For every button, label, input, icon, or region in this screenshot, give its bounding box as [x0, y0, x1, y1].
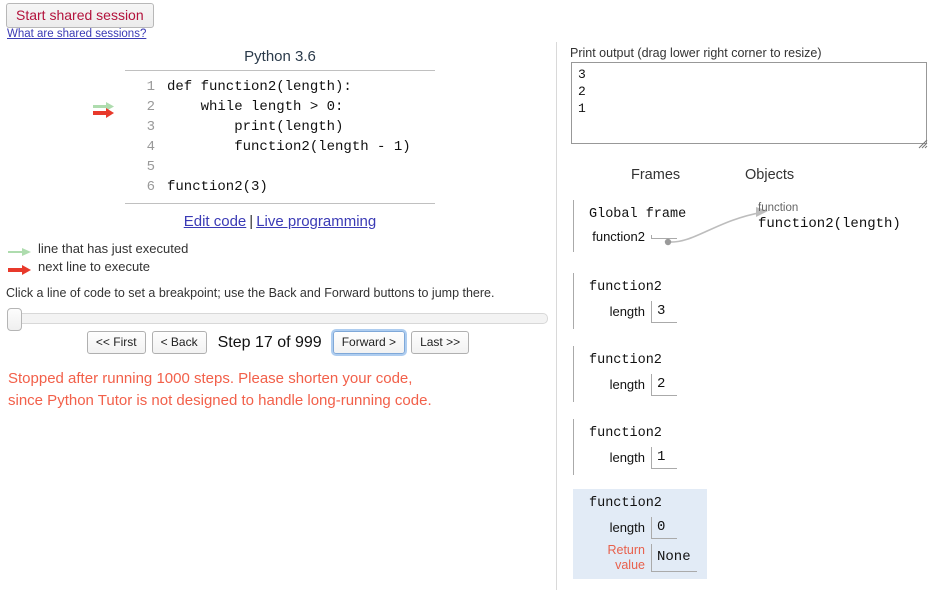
stack-frame: Global frame function2	[573, 200, 696, 252]
line-number: 5	[146, 159, 155, 175]
variable-value: 2	[651, 374, 677, 396]
variable-name: length	[609, 520, 645, 535]
code-panel: Python 3.6 1 def function2(length): 2 whil…	[0, 0, 556, 605]
variable-value: 0	[651, 517, 677, 539]
line-code: while length > 0:	[167, 99, 344, 115]
frame-bar	[573, 419, 574, 475]
stack-frame: function2 length 2	[573, 346, 687, 402]
green-arrow-icon	[8, 244, 32, 256]
red-arrow-icon	[93, 105, 115, 118]
heap-object-type-label: function	[758, 202, 799, 214]
heap-object-function2: function function2(length)	[758, 201, 901, 234]
line-code: print(length)	[167, 119, 344, 135]
line-number: 3	[146, 119, 155, 135]
print-output-box[interactable]: 3 2 1	[571, 62, 927, 144]
frame-bar	[573, 489, 574, 579]
variable-value: None	[651, 544, 697, 572]
frame-name: function2	[589, 496, 662, 511]
frame-bar	[573, 346, 574, 402]
code-display[interactable]: 1 def function2(length): 2 while length > …	[93, 70, 435, 204]
error-message-line-1: Stopped after running 1000 steps. Please…	[8, 370, 413, 387]
edit-code-link[interactable]: Edit code	[184, 213, 247, 230]
code-line-6[interactable]: 6 function2(3)	[125, 177, 435, 197]
variable-row: Return value None	[581, 543, 697, 573]
step-slider-handle[interactable]	[7, 308, 22, 331]
panel-divider	[556, 42, 557, 590]
visualization-panel: Print output (drag lower right corner to…	[568, 0, 938, 605]
frame-bar	[573, 273, 574, 329]
code-line-4[interactable]: 4 function2(length - 1)	[125, 137, 435, 157]
line-number: 6	[146, 179, 155, 195]
line-number: 4	[146, 139, 155, 155]
variable-row: length 2	[581, 374, 677, 396]
line-code: function2(length - 1)	[167, 139, 411, 155]
link-separator: |	[249, 213, 254, 230]
step-counter-label: Step 17 of 999	[217, 333, 322, 351]
variable-value: 1	[651, 447, 677, 469]
frame-name: function2	[589, 280, 662, 295]
variable-row: length 1	[581, 447, 677, 469]
live-programming-link[interactable]: Live programming	[256, 213, 376, 230]
variable-pointer-slot	[651, 235, 677, 239]
breakpoint-hint-text: Click a line of code to set a breakpoint…	[6, 286, 495, 300]
line-code: def function2(length):	[167, 79, 352, 95]
code-line-5[interactable]: 5	[125, 157, 435, 177]
last-step-button[interactable]: Last >>	[411, 331, 470, 354]
resize-grip-icon[interactable]	[918, 137, 928, 149]
back-step-button[interactable]: < Back	[151, 331, 207, 354]
heap-object-label: function2(length)	[758, 216, 901, 232]
code-line-arrow-gutter	[87, 97, 123, 118]
variable-name: function2	[592, 229, 645, 244]
frames-header: Frames	[631, 167, 681, 183]
legend-executed-line: line that has just executed	[8, 240, 188, 257]
stack-frame-active: function2 length 0 Return value None	[573, 489, 707, 579]
variable-row: function2	[581, 228, 686, 246]
variable-row: length 0	[581, 517, 697, 539]
stack-frame: function2 length 3	[573, 273, 687, 329]
variable-row: length 3	[581, 301, 677, 323]
frame-bar	[573, 200, 574, 252]
print-output-label: Print output (drag lower right corner to…	[570, 46, 822, 60]
line-number: 1	[146, 79, 155, 95]
frame-name: function2	[589, 353, 662, 368]
variable-name: length	[609, 377, 645, 392]
variable-name: length	[609, 304, 645, 319]
line-code: function2(3)	[167, 179, 268, 195]
code-line-3[interactable]: 3 print(length)	[125, 117, 435, 137]
code-action-links: Edit code | Live programming	[125, 213, 435, 230]
code-line-1[interactable]: 1 def function2(length):	[125, 77, 435, 97]
python-version-label: Python 3.6	[244, 48, 316, 65]
step-controls: << First < Back Step 17 of 999 Forward > Las…	[0, 331, 556, 354]
return-value-label: Return value	[607, 543, 645, 572]
variable-name: length	[609, 450, 645, 465]
variable-value: 3	[651, 301, 677, 323]
frame-name: function2	[589, 426, 662, 441]
forward-step-button[interactable]: Forward >	[332, 331, 406, 354]
red-arrow-icon	[8, 262, 32, 275]
line-number: 2	[146, 99, 155, 115]
legend-executed-label: line that has just executed	[38, 241, 189, 256]
error-message: Stopped after running 1000 steps. Please…	[8, 368, 548, 412]
error-message-line-2: since Python Tutor is not designed to ha…	[8, 392, 432, 409]
objects-header: Objects	[745, 167, 795, 183]
legend-next-line: next line to execute	[8, 258, 150, 275]
legend-next-label: next line to execute	[38, 259, 151, 274]
frame-name: Global frame	[589, 207, 687, 222]
stack-frame: function2 length 1	[573, 419, 687, 475]
code-line-2[interactable]: 2 while length > 0:	[93, 97, 435, 118]
first-step-button[interactable]: << First	[86, 331, 146, 354]
step-slider[interactable]	[7, 308, 548, 331]
